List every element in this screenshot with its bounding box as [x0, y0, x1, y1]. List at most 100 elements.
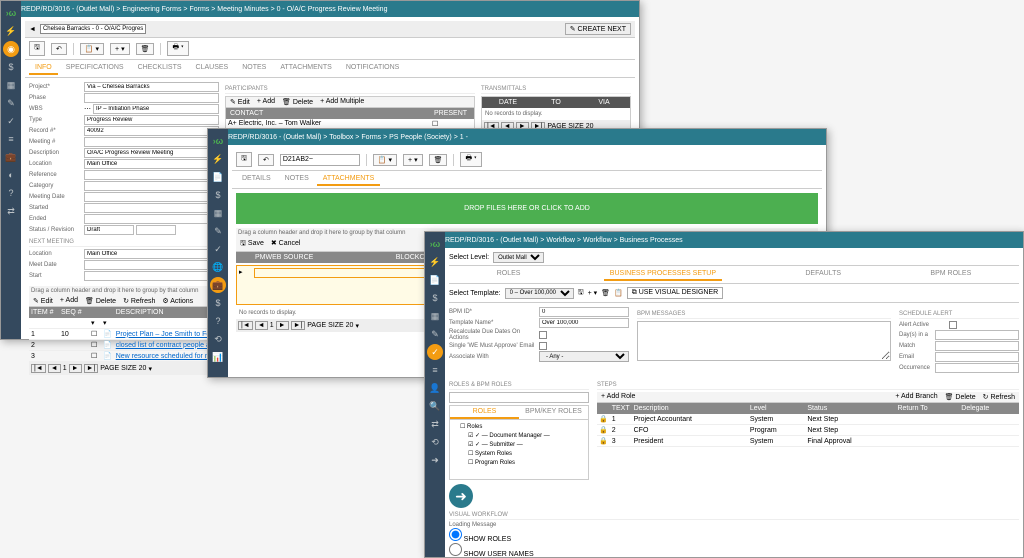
- nav-bolt-icon[interactable]: ⚡: [3, 23, 19, 39]
- input-desc[interactable]: [84, 148, 219, 158]
- tab-specs[interactable]: SPECIFICATIONS: [60, 62, 130, 75]
- input-project[interactable]: [84, 82, 219, 92]
- nav-active-icon[interactable]: 💼: [210, 277, 226, 293]
- pg-first[interactable]: |◄: [31, 364, 46, 373]
- nav-dollar-icon[interactable]: $: [427, 290, 443, 306]
- input-nlocation[interactable]: [84, 249, 219, 259]
- g-add[interactable]: + Add: [58, 297, 80, 305]
- roles-search[interactable]: [449, 392, 589, 403]
- add-button[interactable]: + ▾: [110, 43, 130, 55]
- pg-next[interactable]: ►: [69, 364, 82, 373]
- select-assoc[interactable]: - Any -: [539, 351, 629, 362]
- tab-notes[interactable]: NOTES: [279, 173, 315, 186]
- g-actions[interactable]: ⚙ Actions: [160, 297, 195, 305]
- nav-help-icon[interactable]: ?: [3, 185, 19, 201]
- nav-swap-icon[interactable]: ⇄: [3, 203, 19, 219]
- step-row[interactable]: 🔒1Project AccountantSystemNext Step: [597, 414, 1019, 425]
- tree-node[interactable]: ☑ ✓ — Document Manager —: [452, 431, 586, 440]
- delete-button[interactable]: 🗑: [136, 43, 155, 55]
- delete-button[interactable]: 🗑: [601, 289, 610, 297]
- nav-grid-icon[interactable]: ▦: [210, 205, 226, 221]
- nav-active-icon[interactable]: ✓: [427, 344, 443, 360]
- logo-icon[interactable]: ›ω: [427, 236, 443, 252]
- input-category[interactable]: [84, 181, 219, 191]
- radio-show-roles[interactable]: [449, 528, 462, 541]
- copy-button[interactable]: 📋 ▾: [80, 43, 104, 55]
- tree-node[interactable]: ☐ Program Roles: [452, 458, 586, 467]
- back-icon[interactable]: ◄: [29, 26, 36, 33]
- nav-check-icon[interactable]: ✓: [3, 113, 19, 129]
- nav-case-icon[interactable]: 💼: [3, 149, 19, 165]
- logo-icon[interactable]: ›ω: [210, 133, 226, 149]
- p-delete-button[interactable]: 🗑 Delete: [280, 98, 315, 106]
- input-location[interactable]: [84, 159, 219, 169]
- input-bpm[interactable]: [539, 307, 629, 317]
- nav-help-icon[interactable]: ?: [210, 313, 226, 329]
- nav-chart-icon[interactable]: 📊: [210, 349, 226, 365]
- print-button[interactable]: 🖶 ▾: [460, 152, 481, 167]
- add-branch-btn[interactable]: + Add Branch: [893, 393, 939, 401]
- pg-last[interactable]: ►|: [84, 364, 99, 373]
- add-role-btn[interactable]: + Add Role: [599, 393, 637, 401]
- nav-grid-icon[interactable]: ▦: [427, 308, 443, 324]
- nav-globe-icon[interactable]: 🌐: [210, 259, 226, 275]
- input-email[interactable]: [935, 352, 1019, 362]
- input-revision[interactable]: [136, 225, 176, 235]
- p-addmulti-button[interactable]: + Add Multiple: [318, 98, 366, 106]
- visual-designer-button[interactable]: ⧉ USE VISUAL DESIGNER: [627, 287, 723, 299]
- subtab-bp[interactable]: BUSINESS PROCESSES SETUP: [604, 268, 722, 281]
- msg-textarea[interactable]: [637, 321, 891, 361]
- input-match[interactable]: [935, 341, 1019, 351]
- copy-button[interactable]: 📋: [614, 289, 623, 297]
- nav-active-icon[interactable]: ◉: [3, 41, 19, 57]
- input-started[interactable]: [84, 203, 219, 213]
- pg-prev[interactable]: ◄: [48, 364, 61, 373]
- nav-edit-icon[interactable]: ✎: [3, 95, 19, 111]
- nav-dollar-icon[interactable]: $: [3, 59, 19, 75]
- input-phase[interactable]: [84, 93, 219, 103]
- record-selector[interactable]: Chelsea Barracks - 0 - O/A/C Progres: [40, 24, 146, 34]
- tab-info[interactable]: INFO: [29, 62, 58, 75]
- nav-dot-icon[interactable]: ◐: [3, 167, 19, 183]
- nav-bolt-icon[interactable]: ⚡: [427, 254, 443, 270]
- logo-icon[interactable]: ›ω: [3, 5, 19, 21]
- input-nmeetdate[interactable]: [84, 260, 219, 270]
- template-select[interactable]: 0 – Over 100,000: [505, 288, 574, 299]
- pg-next[interactable]: ►: [276, 321, 289, 330]
- nav-edit-icon[interactable]: ✎: [427, 326, 443, 342]
- undo-button[interactable]: ↶: [51, 43, 67, 55]
- g-edit[interactable]: ✎ Edit: [31, 297, 55, 305]
- tab-notifications[interactable]: NOTIFICATIONS: [340, 62, 406, 75]
- nav-grid-icon[interactable]: ▦: [3, 77, 19, 93]
- input-nstart[interactable]: [84, 271, 219, 281]
- roles-tab[interactable]: ROLES: [450, 406, 519, 419]
- input-meeting[interactable]: [84, 137, 219, 147]
- pg-prev[interactable]: ◄: [255, 321, 268, 330]
- add-button[interactable]: + ▾: [588, 289, 598, 297]
- input-type[interactable]: [84, 115, 219, 125]
- save-button[interactable]: 🖫: [236, 152, 252, 167]
- steps-refresh-btn[interactable]: ↻ Refresh: [981, 393, 1017, 401]
- arrow-next-button[interactable]: ➜: [449, 484, 473, 508]
- delete-button[interactable]: 🗑: [429, 154, 448, 166]
- chk-recalc[interactable]: [539, 331, 547, 339]
- save-btn[interactable]: 🖫 Save: [238, 239, 266, 250]
- step-row[interactable]: 🔒2CFOProgramNext Step: [597, 425, 1019, 436]
- chk-single[interactable]: [539, 342, 547, 350]
- add-button[interactable]: + ▾: [403, 154, 423, 166]
- input-tname[interactable]: [539, 318, 629, 328]
- save-button[interactable]: 🖫: [29, 41, 45, 56]
- level-select[interactable]: Outlet Mall: [493, 252, 544, 263]
- save-button[interactable]: 🖫: [578, 288, 584, 299]
- subtab-bpmroles[interactable]: BPM ROLES: [924, 268, 977, 281]
- pg-first[interactable]: |◄: [238, 321, 253, 330]
- chk-alert[interactable]: [949, 321, 957, 329]
- create-next-button[interactable]: ✎ CREATE NEXT: [565, 23, 631, 35]
- tab-attachments[interactable]: ATTACHMENTS: [317, 173, 380, 186]
- nav-bolt-icon[interactable]: ⚡: [210, 151, 226, 167]
- nav-list-icon[interactable]: ≡: [3, 131, 19, 147]
- tab-details[interactable]: DETAILS: [236, 173, 277, 186]
- input-wbs[interactable]: [93, 104, 219, 114]
- tree-node[interactable]: ☐ Roles: [452, 422, 586, 431]
- radio-show-users[interactable]: [449, 543, 462, 556]
